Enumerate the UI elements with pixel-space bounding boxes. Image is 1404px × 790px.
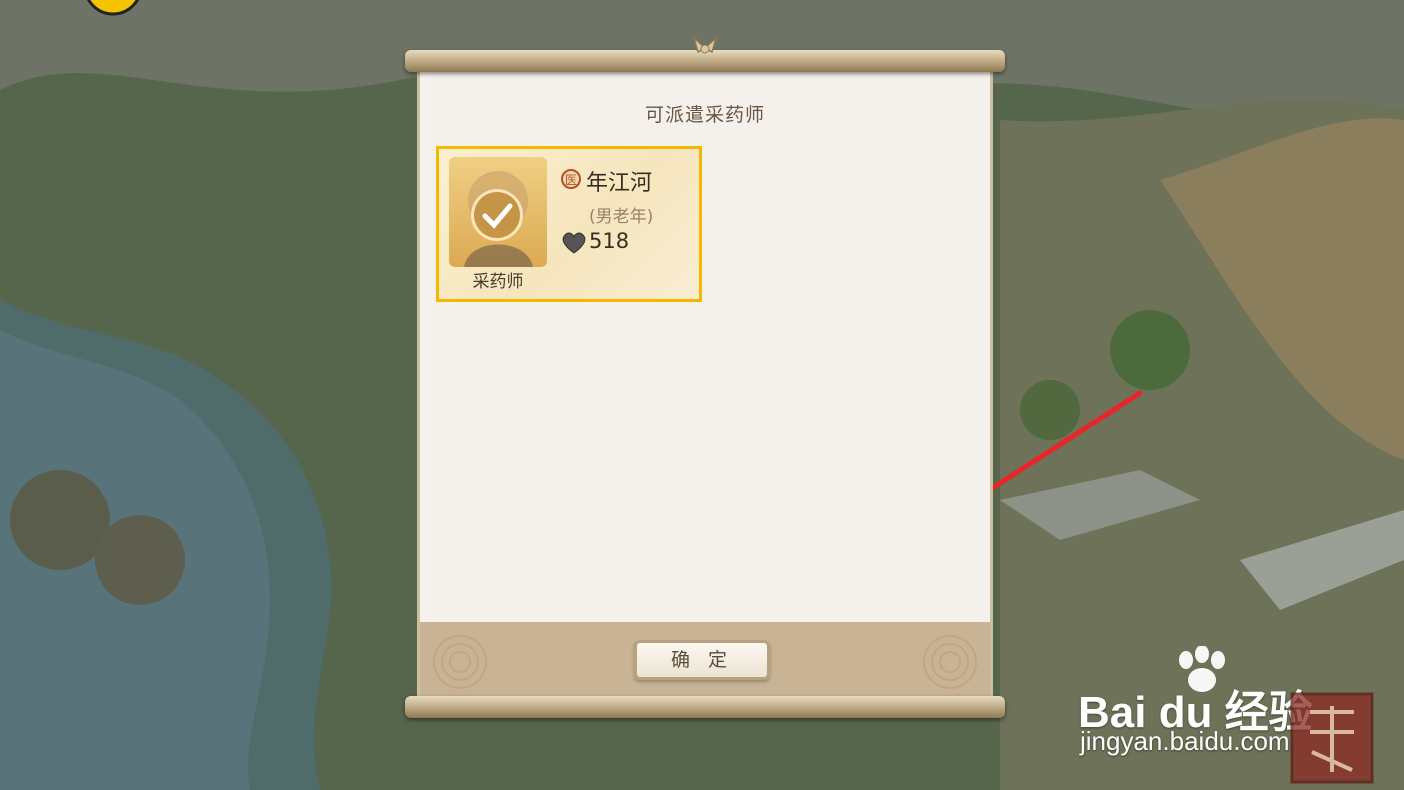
character-description: (男老年)	[589, 207, 654, 227]
character-name: 年江河	[586, 171, 653, 196]
dispatch-dialog: 可派遣采药师 采药师 医 年江河 (男老年) 518 确 定	[405, 35, 1005, 728]
seal-stamp	[1290, 692, 1374, 784]
scroll-bottom-rod	[405, 696, 1005, 718]
watermark-url: jingyan.baidu.com	[1080, 726, 1290, 756]
speed-icon[interactable]	[84, 0, 142, 18]
stat-value: 518	[589, 229, 630, 253]
check-icon	[471, 189, 523, 241]
dialog-title: 可派遣采药师	[644, 104, 765, 126]
confirm-button[interactable]: 确 定	[634, 640, 770, 680]
herbalist-card[interactable]: 采药师 医 年江河 (男老年) 518	[436, 146, 702, 302]
ribbon-knot-icon	[690, 34, 720, 64]
medicine-badge-icon: 医	[561, 169, 581, 189]
portrait-avatar	[449, 157, 547, 267]
role-label: 采药师	[472, 272, 524, 292]
heart-icon	[561, 231, 587, 255]
